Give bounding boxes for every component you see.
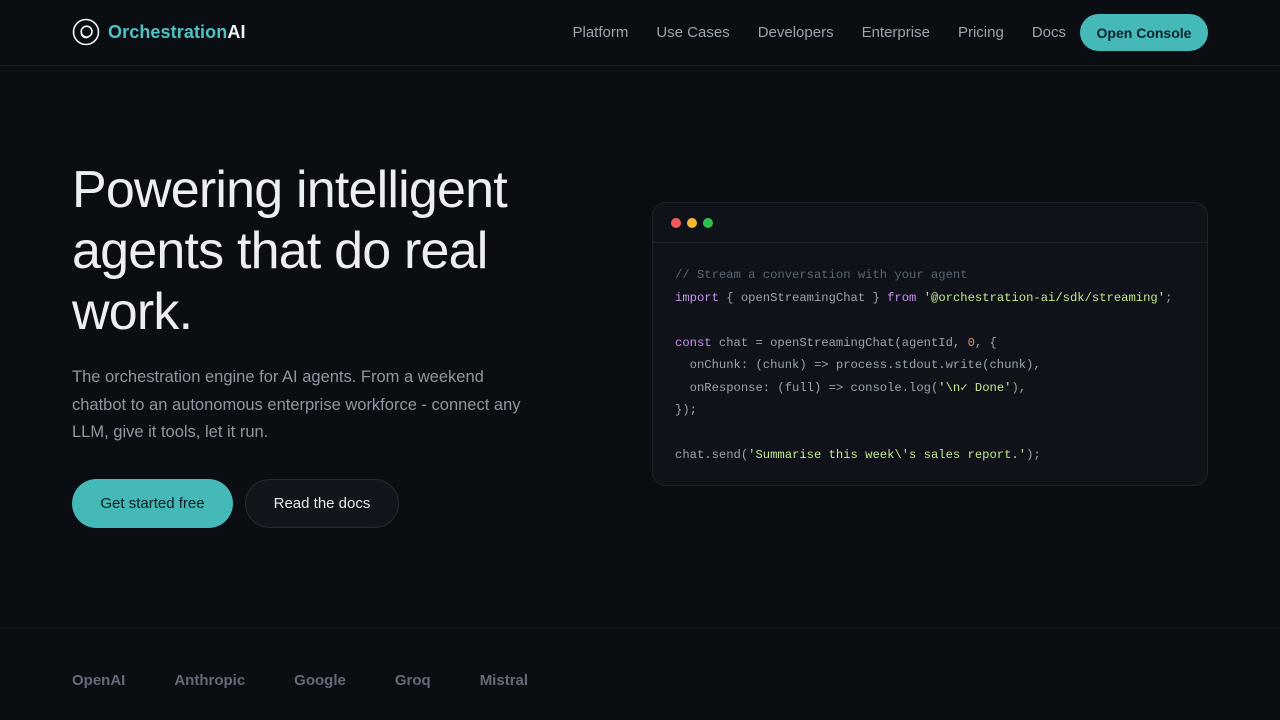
code-snippet: // Stream a conversation with your agent… [675, 264, 1172, 467]
code-line: // Stream a conversation with your agent [675, 264, 1172, 287]
partner-anthropic: Anthropic [174, 671, 246, 689]
nav-link-use-cases[interactable]: Use Cases [656, 24, 729, 41]
code-token: import [675, 290, 719, 305]
code-token: ); [1026, 448, 1041, 462]
nav-link-platform[interactable]: Platform [572, 24, 628, 41]
top-navbar: OrchestrationAI Platform Use Cases Devel… [0, 0, 1280, 66]
code-token: ), [1011, 380, 1027, 395]
code-token: chat = openStreamingChat(agentId, [711, 335, 968, 350]
window-close-dot-icon [671, 218, 681, 228]
hero-subtitle: The orchestration engine for AI agents. … [72, 368, 521, 441]
read-docs-button[interactable]: Read the docs [245, 479, 399, 528]
code-token: , { [974, 335, 997, 350]
code-line: onChunk: (chunk) => process.stdout.write… [675, 354, 1172, 377]
code-token: from [887, 290, 917, 305]
nav-link-enterprise[interactable]: Enterprise [862, 24, 930, 41]
code-token: 'Summarise this week\'s sales report.' [748, 448, 1027, 462]
partner-openai: OpenAI [72, 671, 126, 689]
code-token: '@orchestration-ai/sdk/streaming' [923, 290, 1166, 305]
section-divider [0, 628, 1280, 629]
hero-title: Powering intelligent agents that do real… [72, 161, 508, 341]
code-line: onResponse: (full) => console.log('\n✓ D… [675, 377, 1172, 400]
code-token: onResponse: (full) => console.log( [675, 380, 939, 395]
partner-groq: Groq [394, 671, 431, 689]
code-token: onChunk: (chunk) => process.stdout.write… [675, 358, 1041, 372]
nav-link-docs[interactable]: Docs [1032, 24, 1066, 41]
code-token: 0 [967, 335, 975, 350]
brand-logo-link[interactable]: OrchestrationAI [72, 18, 246, 46]
code-line: import { openStreamingChat } from '@orch… [675, 287, 1172, 310]
code-token: ; [1165, 290, 1173, 305]
code-line: chat.send('Summarise this week\'s sales … [675, 444, 1172, 467]
brand-name-orchestration: Orchestration [108, 21, 228, 42]
window-maximize-dot-icon [703, 218, 713, 228]
llm-partner-logos: OpenAI Anthropic Google Groq Mistral [72, 670, 577, 690]
get-started-button[interactable]: Get started free [72, 479, 233, 528]
code-token: chat.send( [675, 448, 749, 462]
code-sample-window: // Stream a conversation with your agent… [652, 202, 1208, 486]
orchestration-logo-icon [72, 18, 100, 46]
partner-mistral: Mistral [479, 671, 529, 689]
code-token: // Stream a conversation with your agent [675, 268, 968, 282]
open-console-button[interactable]: Open Console [1080, 14, 1208, 51]
code-line: }); [675, 399, 1172, 422]
primary-nav: Platform Use Cases Developers Enterprise… [544, 0, 1066, 64]
brand-name-ai: AI [227, 21, 246, 42]
nav-link-pricing[interactable]: Pricing [958, 24, 1004, 41]
code-token: const [675, 335, 712, 350]
nav-link-developers[interactable]: Developers [758, 24, 834, 41]
code-window-titlebar [653, 203, 1207, 243]
brand-name: OrchestrationAI [108, 22, 246, 43]
code-token: }); [675, 403, 697, 417]
partner-google: Google [294, 671, 346, 689]
code-token: '\n✓ Done' [938, 380, 1012, 395]
code-token: { openStreamingChat } [718, 290, 888, 305]
code-line: const chat = openStreamingChat(agentId, … [675, 332, 1172, 355]
window-minimize-dot-icon [687, 218, 697, 228]
